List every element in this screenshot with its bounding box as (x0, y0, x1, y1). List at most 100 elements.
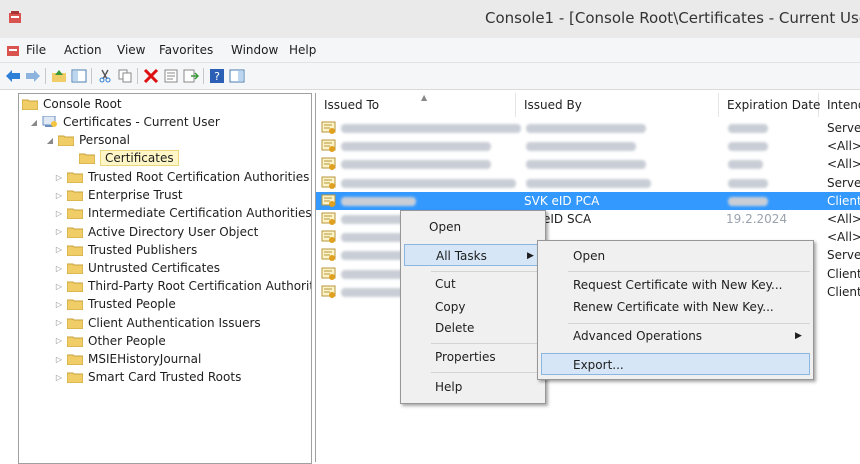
tree-item-store[interactable]: ▷ Enterprise Trust (53, 186, 183, 204)
table-row[interactable]: Server (316, 174, 860, 192)
tree-item-store[interactable]: ▷ Smart Card Trusted Roots (53, 368, 241, 386)
menu-file[interactable]: File (26, 43, 46, 57)
folder-icon (58, 134, 74, 146)
tree-item-certificates[interactable]: Certificates (79, 149, 179, 167)
tree-item-store[interactable]: ▷ Trusted People (53, 295, 176, 313)
tree-item-store[interactable]: ▷ Active Directory User Object (53, 223, 258, 241)
expanded-chevron-icon[interactable]: ◢ (28, 118, 40, 127)
toolbar-separator (45, 68, 46, 84)
all-tasks-submenu: Open Request Certificate with New Key...… (537, 240, 814, 380)
column-expiration-date[interactable]: Expiration Date (719, 93, 820, 117)
folder-icon (67, 371, 83, 384)
tree-item-store[interactable]: ▷ Other People (53, 332, 166, 350)
collapsed-chevron-icon[interactable]: ▷ (53, 318, 65, 327)
cell-intended-purposes: <All> (827, 157, 860, 172)
submenu-item-open[interactable]: Open (573, 245, 605, 267)
menu-item-cut[interactable]: Cut (435, 273, 456, 295)
cut-icon[interactable] (96, 67, 114, 85)
certificate-icon (321, 284, 337, 300)
redacted-issued-by (526, 124, 646, 133)
show-hide-action-pane-icon[interactable] (228, 67, 246, 85)
folder-icon (67, 244, 83, 256)
table-row[interactable]: <All> (316, 155, 860, 173)
submenu-item-export[interactable]: Export... (541, 353, 810, 375)
back-arrow-icon[interactable] (4, 67, 22, 85)
tree-item-store[interactable]: ▷ Trusted Root Certification Authorities (53, 168, 309, 186)
tree-item-certificates-current-user[interactable]: ◢ Certificates - Current User (28, 113, 220, 131)
copy-icon[interactable] (116, 67, 134, 85)
redacted-issued-to (341, 142, 491, 152)
column-intended-purposes[interactable]: Intend (819, 93, 860, 117)
table-row[interactable]: eID SCA 19.2.2024 <All> (316, 210, 860, 228)
help-icon[interactable]: ? (208, 67, 226, 85)
submenu-item-renew-certificate[interactable]: Renew Certificate with New Key... (573, 296, 774, 318)
cell-intended-purposes: Client (827, 266, 860, 281)
up-folder-icon[interactable] (50, 67, 68, 85)
folder-icon (67, 226, 83, 238)
expanded-chevron-icon[interactable]: ◢ (44, 136, 56, 145)
tree-item-store[interactable]: ▷ Third-Party Root Certification Authorit… (53, 277, 312, 295)
menu-view[interactable]: View (117, 43, 145, 57)
menu-item-label: Advanced Operations (573, 329, 703, 343)
table-row[interactable]: Server (316, 119, 860, 137)
console-tree[interactable]: Console Root ◢ Certificates - Current Us… (18, 93, 312, 464)
menu-item-all-tasks[interactable]: All Tasks ▶ (404, 244, 541, 266)
tree-item-label: Certificates - Current User (63, 115, 220, 129)
tree-item-label: MSIEHistoryJournal (88, 352, 202, 366)
collapsed-chevron-icon[interactable]: ▷ (53, 227, 65, 236)
menu-action[interactable]: Action (64, 43, 102, 57)
tree-item-label: Client Authentication Issuers (88, 315, 261, 330)
collapsed-chevron-icon[interactable]: ▷ (53, 173, 65, 182)
collapsed-chevron-icon[interactable]: ▷ (53, 336, 65, 345)
collapsed-chevron-icon[interactable]: ▷ (53, 373, 65, 382)
column-issued-to[interactable]: Issued To ▲ (316, 93, 516, 117)
forward-arrow-icon[interactable] (24, 67, 42, 85)
tree-item-personal[interactable]: ◢ Personal (44, 131, 130, 149)
tree-item-store[interactable]: ▷ MSIEHistoryJournal (53, 350, 201, 368)
show-hide-tree-icon[interactable] (70, 67, 88, 85)
collapsed-chevron-icon[interactable]: ▷ (53, 191, 65, 200)
redacted-issued-to (341, 178, 516, 188)
collapsed-chevron-icon[interactable]: ▷ (53, 282, 65, 291)
column-issued-by[interactable]: Issued By (516, 93, 719, 117)
tree-item-label: Third-Party Root Certification Authoriti… (88, 279, 312, 294)
collapsed-chevron-icon[interactable]: ▷ (53, 209, 65, 218)
mmc-app-icon[interactable] (8, 10, 22, 24)
tree-item-store[interactable]: ▷ Client Authentication Issuers (53, 314, 261, 332)
folder-icon (67, 207, 83, 220)
collapsed-chevron-icon[interactable]: ▷ (53, 300, 65, 309)
menu-item-properties[interactable]: Properties (435, 346, 496, 368)
context-menu: Open All Tasks ▶ Cut Copy Delete Propert… (400, 210, 546, 404)
collapsed-chevron-icon[interactable]: ▷ (53, 355, 65, 364)
tree-item-console-root[interactable]: Console Root (22, 95, 122, 113)
menu-help[interactable]: Help (289, 43, 316, 57)
tree-item-label: Trusted People (88, 297, 176, 312)
folder-icon (67, 317, 83, 329)
console-icon[interactable] (6, 43, 20, 57)
tree-item-store[interactable]: ▷ Untrusted Certificates (53, 259, 220, 277)
submenu-item-request-certificate[interactable]: Request Certificate with New Key... (573, 274, 782, 296)
tree-item-label: Trusted Publishers (88, 242, 198, 257)
tree-item-store[interactable]: ▷ Trusted Publishers (53, 241, 197, 259)
menu-item-help[interactable]: Help (435, 376, 462, 398)
export-list-icon[interactable] (182, 67, 200, 85)
redacted-expiration (728, 178, 768, 188)
tree-item-label: Personal (79, 133, 131, 147)
delete-icon[interactable] (142, 67, 160, 85)
tree-item-label: Other People (88, 333, 166, 348)
table-row[interactable]: <All> (316, 137, 860, 155)
table-row[interactable]: SVK eID PCA Client (316, 191, 860, 210)
menu-item-copy[interactable]: Copy (435, 296, 465, 318)
properties-icon[interactable] (162, 67, 180, 85)
submenu-item-advanced-operations[interactable]: Advanced Operations ▶ (573, 325, 809, 347)
certificate-icon (321, 193, 337, 209)
redacted-issued-to (341, 160, 491, 170)
toolbar-separator (137, 68, 138, 84)
menu-item-delete[interactable]: Delete (435, 317, 474, 339)
collapsed-chevron-icon[interactable]: ▷ (53, 264, 65, 273)
tree-item-store[interactable]: ▷ Intermediate Certification Authorities (53, 204, 311, 222)
menu-window[interactable]: Window (231, 43, 278, 57)
menu-favorites[interactable]: Favorites (159, 43, 213, 57)
collapsed-chevron-icon[interactable]: ▷ (53, 245, 65, 254)
menu-item-open[interactable]: Open (429, 216, 461, 238)
